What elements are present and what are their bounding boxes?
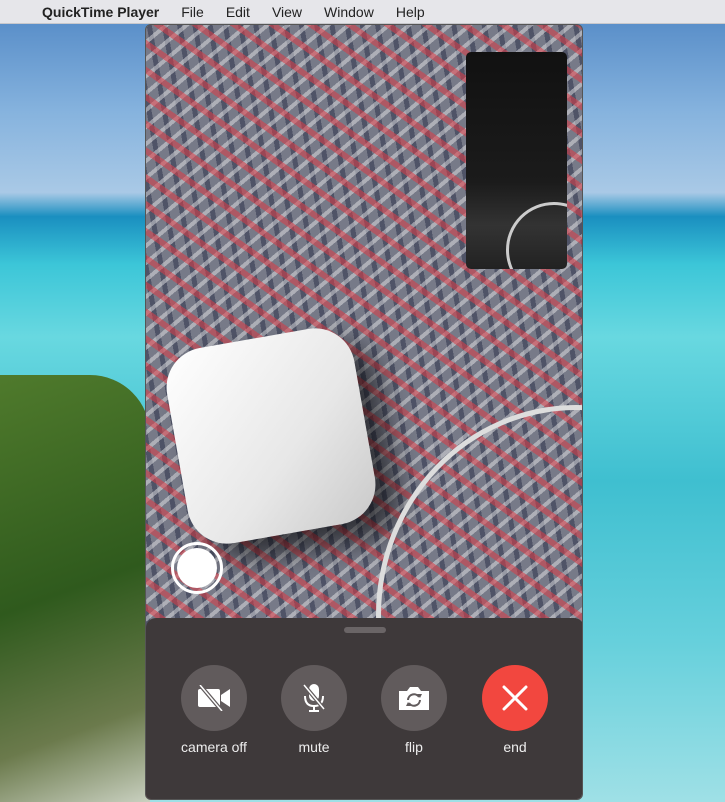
menu-view[interactable]: View [272, 4, 302, 20]
mute-label: mute [298, 739, 330, 755]
mute-button[interactable] [281, 665, 347, 731]
camera-off-button[interactable] [181, 665, 247, 731]
quicktime-camera-window: camera off mute flip end [145, 24, 583, 800]
wallpaper-island [0, 375, 150, 802]
camera-flip-icon [399, 687, 429, 710]
menu-help[interactable]: Help [396, 4, 425, 20]
picture-in-picture-preview[interactable] [466, 52, 567, 269]
flip-control: flip [369, 665, 459, 755]
camera-off-label: camera off [181, 739, 247, 755]
panel-grabber-handle[interactable] [344, 627, 386, 633]
shutter-button[interactable] [171, 542, 223, 594]
shutter-icon [177, 548, 217, 588]
menu-bar: QuickTime Player File Edit View Window H… [0, 0, 725, 24]
mic-slash-icon [302, 683, 326, 712]
call-controls-panel: camera off mute flip end [146, 618, 582, 799]
menu-file[interactable]: File [181, 4, 204, 20]
end-control: end [470, 665, 560, 755]
video-airpods-case [160, 322, 382, 550]
end-call-button[interactable] [482, 665, 548, 731]
mute-control: mute [269, 665, 359, 755]
end-label: end [503, 739, 527, 755]
video-slash-icon [198, 685, 230, 711]
flip-button[interactable] [381, 665, 447, 731]
flip-label: flip [405, 739, 423, 755]
menu-edit[interactable]: Edit [226, 4, 250, 20]
camera-off-control: camera off [169, 665, 259, 755]
menu-app-name[interactable]: QuickTime Player [42, 4, 159, 20]
close-icon [502, 685, 528, 711]
menu-window[interactable]: Window [324, 4, 374, 20]
